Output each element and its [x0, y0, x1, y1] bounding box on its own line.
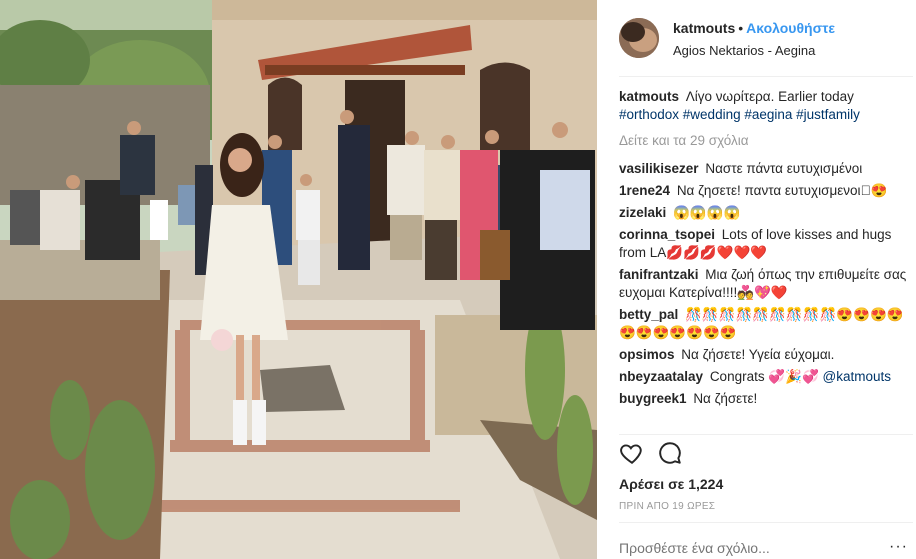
comment: opsimos Να ζήσετε! Υγεία εύχομαι. — [619, 346, 913, 364]
comment-text: Ναστε πάντα ευτυχισμένοι — [705, 161, 863, 176]
comment: vasilikisezer Ναστε πάντα ευτυχισμένοι — [619, 160, 913, 178]
comment-text: 😱😱😱😱 — [673, 205, 741, 220]
actions-divider — [619, 434, 913, 435]
comment-text: Congrats 💞🎉💞 — [709, 369, 819, 384]
comment: nbeyzaatalay Congrats 💞🎉💞 @katmouts — [619, 368, 913, 386]
comment: zizelaki 😱😱😱😱 — [619, 204, 913, 222]
header-divider — [619, 76, 913, 77]
comment: 1rene24 Να ζησετε! παντα ευτυχισμενοι🏻😍 — [619, 182, 913, 200]
action-bar — [619, 440, 719, 470]
comment: betty_pal 🎊🎊🎊🎊🎊🎊🎊🎊🎊😍😍😍😍😍😍😍😍😍😍😍 — [619, 306, 913, 342]
follow-button[interactable]: Ακολουθήστε — [746, 20, 835, 36]
heart-icon[interactable] — [619, 440, 645, 466]
likes-count[interactable]: Αρέσει σε 1,224 — [619, 476, 723, 492]
comment-username[interactable]: opsimos — [619, 347, 675, 362]
instagram-post: katmouts • Ακολουθήστε Agios Nektarios - A… — [0, 0, 916, 559]
comment-text: Να ζήσετε! — [693, 391, 758, 406]
comment-username[interactable]: betty_pal — [619, 307, 678, 322]
comment-username[interactable]: buygreek1 — [619, 391, 687, 406]
caption-hashtags[interactable]: #orthodox #wedding #aegina #justfamily — [619, 107, 860, 122]
post-sidebar: katmouts • Ακολουθήστε Agios Nektarios - A… — [597, 0, 916, 559]
comment: buygreek1 Να ζήσετε! — [619, 390, 913, 408]
comment-text: Να ζήσετε! Υγεία εύχομαι. — [681, 347, 835, 362]
header-line: katmouts • Ακολουθήστε — [673, 20, 835, 36]
header-username[interactable]: katmouts — [673, 20, 735, 36]
avatar[interactable] — [619, 18, 659, 58]
caption-text: Λίγο νωρίτερα. Earlier today — [685, 89, 854, 104]
comment-username[interactable]: corinna_tsopei — [619, 227, 715, 242]
post-header: katmouts • Ακολουθήστε Agios Nektarios - A… — [619, 16, 909, 66]
comments-section: katmouts Λίγο νωρίτερα. Earlier today #o… — [619, 88, 913, 434]
comment-text: Να ζησετε! παντα ευτυχισμενοι🏻😍 — [676, 183, 888, 198]
more-options-button[interactable]: ··· — [889, 538, 908, 556]
add-comment-input[interactable] — [619, 540, 913, 556]
comment-username[interactable]: nbeyzaatalay — [619, 369, 703, 384]
comment-box-divider — [619, 522, 913, 523]
comment-username[interactable]: 1rene24 — [619, 183, 670, 198]
post-photo[interactable] — [0, 0, 597, 559]
post-timestamp[interactable]: ΠΡΙΝ ΑΠΟ 19 ΩΡΕΣ — [619, 501, 715, 512]
location-link[interactable]: Agios Nektarios - Aegina — [673, 43, 815, 58]
header-separator: • — [738, 20, 744, 36]
view-all-comments-link[interactable]: Δείτε και τα 29 σχόλια — [619, 132, 913, 150]
comment-username[interactable]: zizelaki — [619, 205, 666, 220]
comment: fanifrantzaki Μια ζωή όπως την επιθυμείτ… — [619, 266, 913, 302]
comment-username[interactable]: vasilikisezer — [619, 161, 699, 176]
comment-icon[interactable] — [657, 440, 683, 466]
comment-mention[interactable]: @katmouts — [823, 369, 891, 384]
avatar-image — [619, 18, 659, 58]
caption-username[interactable]: katmouts — [619, 89, 679, 104]
comment-username[interactable]: fanifrantzaki — [619, 267, 699, 282]
photo-illustration — [0, 0, 597, 559]
comment: corinna_tsopei Lots of love kisses and h… — [619, 226, 913, 262]
caption: katmouts Λίγο νωρίτερα. Earlier today #o… — [619, 88, 913, 124]
